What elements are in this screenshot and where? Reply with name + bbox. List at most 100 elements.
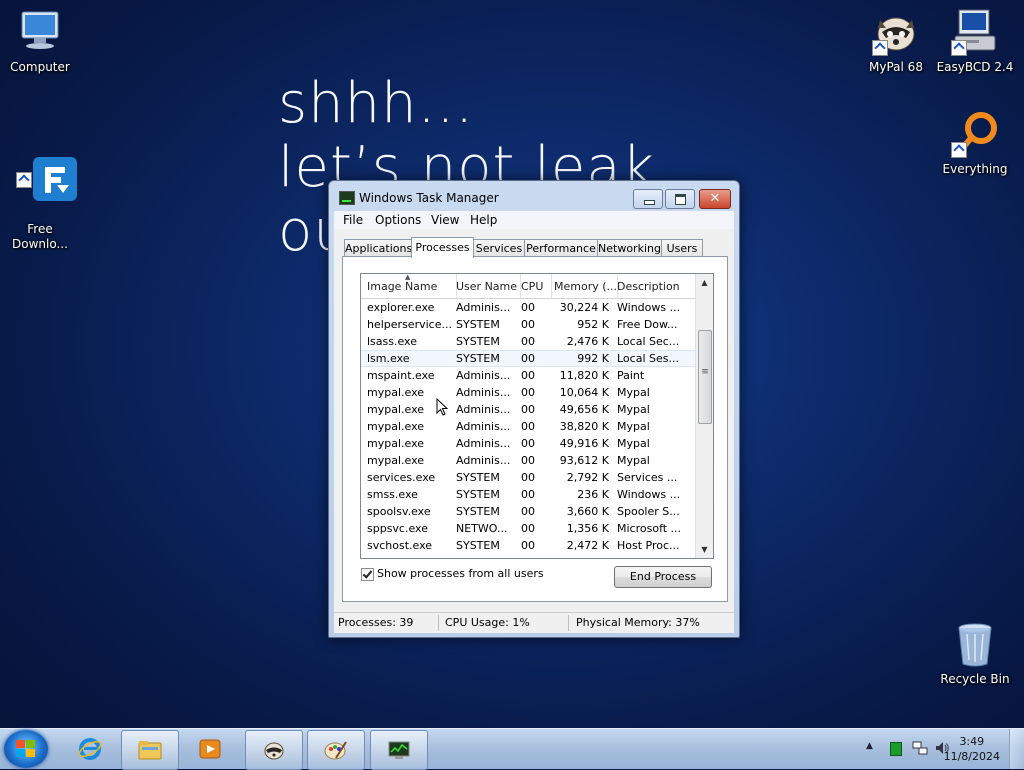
security-tray-icon[interactable] (890, 742, 902, 756)
grip-icon: ≡ (701, 367, 709, 377)
menu-view[interactable]: View (431, 213, 459, 227)
table-row[interactable]: services.exe SYSTEM 00 2,792 K Services ... (361, 469, 695, 486)
scroll-up-arrow-icon[interactable]: ▲ (696, 274, 713, 291)
taskbar-media-player[interactable] (182, 730, 238, 768)
cell-user: Adminis... (456, 437, 511, 450)
maximize-button[interactable] (665, 189, 695, 209)
cell-mem: 49,656 K (559, 403, 609, 416)
column-image-name[interactable]: ▲ Image Name (361, 274, 457, 298)
table-row[interactable]: mspaint.exe Adminis... 00 11,820 K Paint (361, 367, 695, 384)
menu-options[interactable]: Options (375, 213, 421, 227)
status-physical-memory: Physical Memory: 37% (576, 616, 700, 629)
cell-desc: Mypal (617, 420, 650, 433)
cell-desc: Local Sec... (617, 335, 680, 348)
cell-cpu: 00 (521, 539, 535, 552)
cell-user: SYSTEM (456, 318, 500, 331)
tab-services[interactable]: Services (473, 239, 525, 257)
show-hidden-icons-chevron-icon[interactable]: ▲ (866, 741, 873, 751)
cell-mem: 49,916 K (559, 437, 609, 450)
tab-networking[interactable]: Networking (597, 239, 662, 257)
table-row[interactable]: smss.exe SYSTEM 00 236 K Windows ... (361, 486, 695, 503)
tab-applications[interactable]: Applications (344, 239, 412, 257)
taskbar-mypal[interactable] (245, 730, 303, 770)
table-row[interactable]: mypal.exe Adminis... 00 49,656 K Mypal (361, 401, 695, 418)
table-row[interactable]: lsm.exe SYSTEM 00 992 K Local Ses... (361, 350, 695, 367)
cell-cpu: 00 (521, 505, 535, 518)
column-memory[interactable]: Memory (... (547, 274, 618, 298)
tab-users[interactable]: Users (661, 239, 703, 257)
taskbar-paint[interactable] (307, 730, 365, 770)
tab-performance[interactable]: Performance (524, 239, 598, 257)
status-processes: Processes: 39 (338, 616, 414, 629)
start-button[interactable] (4, 730, 48, 768)
mouse-cursor-icon (436, 398, 449, 416)
clock-time: 3:49 (959, 735, 985, 748)
shortcut-arrow-icon (872, 40, 888, 56)
table-row[interactable]: explorer.exe Adminis... 00 30,224 K Windows … (361, 299, 695, 316)
everything-search-icon (951, 110, 999, 158)
end-process-button[interactable]: End Process (614, 566, 712, 588)
cell-image: svchost.exe (367, 539, 433, 552)
cell-image: lsm.exe (367, 352, 410, 365)
table-row[interactable]: mypal.exe Adminis... 00 38,820 K Mypal (361, 418, 695, 435)
column-user-name[interactable]: User Name (451, 274, 521, 298)
desktop-icon-label: Recycle Bin (940, 672, 1010, 686)
cell-mem: 1,356 K (566, 522, 609, 535)
table-row[interactable]: spoolsv.exe SYSTEM 00 3,660 K Spooler S... (361, 503, 695, 520)
table-row[interactable]: sppsvc.exe NETWO... 00 1,356 K Microsoft ... (361, 520, 695, 537)
taskbar-internet-explorer[interactable] (62, 730, 118, 768)
desktop-icon-label: Everything (942, 162, 1008, 176)
desktop-icon-computer[interactable]: Computer (0, 8, 80, 75)
table-row[interactable]: mypal.exe Adminis... 00 10,064 K Mypal (361, 384, 695, 401)
menu-help[interactable]: Help (470, 213, 497, 227)
cell-desc: Mypal (617, 403, 650, 416)
cell-desc: Spooler S... (617, 505, 680, 518)
cell-desc: Paint (617, 369, 645, 382)
close-button[interactable]: ✕ (699, 189, 731, 209)
menu-file[interactable]: File (343, 213, 363, 227)
desktop-icon-everything[interactable]: Everything (935, 110, 1015, 177)
processes-panel: ▲ Image Name User Name CPU Memory (... D… (342, 256, 728, 602)
scroll-down-arrow-icon[interactable]: ▼ (696, 541, 713, 558)
checkbox-checked-icon[interactable] (361, 568, 374, 581)
desktop-icon-free-download[interactable]: Free Downlo... (0, 110, 80, 267)
process-list[interactable]: ▲ Image Name User Name CPU Memory (... D… (360, 273, 714, 559)
desktop-icon-recycle-bin[interactable]: Recycle Bin (935, 620, 1015, 687)
vertical-scrollbar[interactable]: ▲ ≡ ▼ (695, 274, 713, 558)
cell-desc: Mypal (617, 386, 650, 399)
table-row[interactable]: mypal.exe Adminis... 00 93,612 K Mypal (361, 452, 695, 469)
table-row[interactable]: mypal.exe Adminis... 00 49,916 K Mypal (361, 435, 695, 452)
paint-palette-icon (324, 741, 347, 760)
cell-mem: 93,612 K (559, 454, 609, 467)
window-title: Windows Task Manager (359, 191, 499, 205)
task-manager-icon (388, 741, 410, 759)
cell-image: mspaint.exe (367, 369, 435, 382)
column-description[interactable]: Description (611, 274, 696, 298)
cell-user: SYSTEM (456, 352, 500, 365)
table-row[interactable]: helperservice.... SYSTEM 00 952 K Free Dow..… (361, 316, 695, 333)
table-row[interactable]: lsass.exe SYSTEM 00 2,476 K Local Sec... (361, 333, 695, 350)
table-row[interactable]: svchost.exe SYSTEM 00 2,472 K Host Proc... (361, 537, 695, 554)
cell-cpu: 00 (521, 488, 535, 501)
cell-mem: 2,476 K (566, 335, 609, 348)
cell-desc: Free Dow... (617, 318, 678, 331)
taskbar-windows-explorer[interactable] (121, 730, 179, 770)
taskbar-task-manager[interactable] (370, 730, 428, 770)
system-clock[interactable]: 3:49 11/8/2024 (944, 734, 1000, 764)
cell-user: Adminis... (456, 301, 511, 314)
cell-cpu: 00 (521, 301, 535, 314)
cell-user: NETWO... (456, 522, 508, 535)
show-all-users-label: Show processes from all users (377, 567, 544, 580)
cell-cpu: 00 (521, 369, 535, 382)
minimize-button[interactable] (633, 189, 663, 209)
cell-cpu: 00 (521, 522, 535, 535)
column-header-row: ▲ Image Name User Name CPU Memory (... D… (361, 274, 695, 299)
desktop-icon-mypal[interactable]: MyPal 68 (856, 8, 936, 75)
cell-mem: 10,064 K (559, 386, 609, 399)
show-desktop-button[interactable] (1009, 729, 1024, 769)
desktop-icon-easybcd[interactable]: EasyBCD 2.4 (935, 8, 1015, 75)
cell-mem: 2,792 K (566, 471, 609, 484)
scrollbar-thumb[interactable]: ≡ (698, 330, 712, 424)
network-icon[interactable] (912, 740, 928, 756)
tab-processes[interactable]: Processes (411, 237, 474, 258)
